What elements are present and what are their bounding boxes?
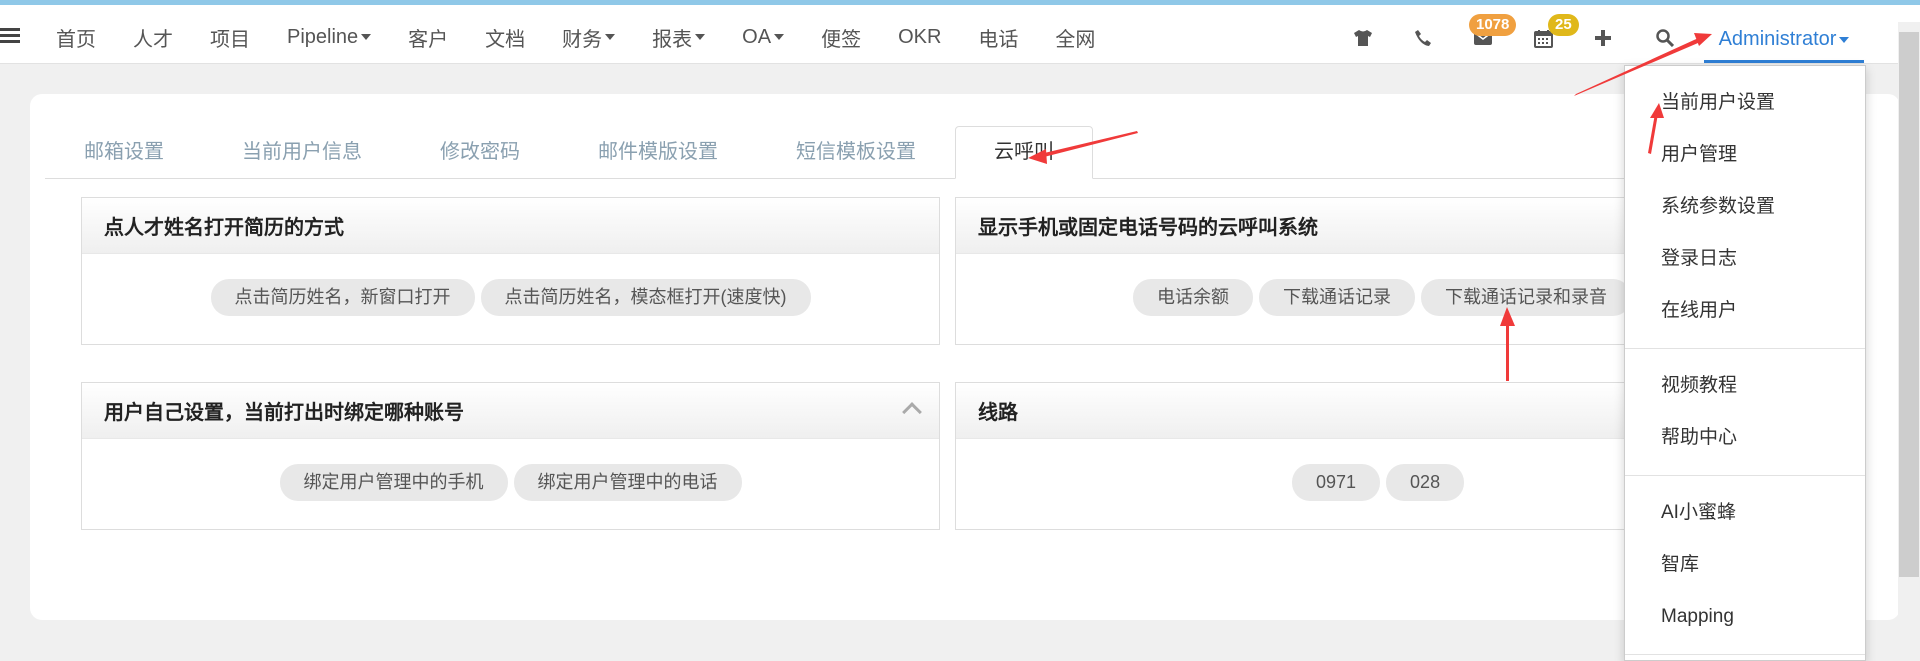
nav-home[interactable]: 首页 [56,23,96,52]
tab-email-template[interactable]: 邮件模版设置 [559,127,757,178]
nav-label: 文档 [485,28,526,51]
nav-label: 项目 [210,28,250,51]
plus-icon[interactable] [1590,25,1616,51]
option-line-028[interactable]: 028 [1386,464,1465,501]
nav-pipeline[interactable]: Pipeline [287,25,372,49]
nav-notes[interactable]: 便签 [821,23,861,52]
nav-label: 全网 [1055,28,1096,51]
nav-docs[interactable]: 文档 [485,23,525,52]
nav-label: OA [742,25,772,48]
nav-network[interactable]: 全网 [1055,23,1095,52]
nav-phone[interactable]: 电话 [978,23,1018,52]
open-resume-panel: 点人才姓名打开简历的方式 点击简历姓名，新窗口打开 点击简历姓名，模态框打开(速… [81,197,940,345]
menu-divider [1625,475,1865,476]
panel-title-row: 用户自己设置，当前打出时绑定哪种账号 [82,383,939,439]
nav-label: 便签 [821,28,862,51]
caret-down-icon [695,34,706,40]
menu-system-parameters[interactable]: 系统参数设置 [1625,181,1865,233]
tab-change-password[interactable]: 修改密码 [401,127,559,178]
option-bind-phone[interactable]: 绑定用户管理中的电话 [513,464,742,501]
nav-finance[interactable]: 财务 [562,23,616,52]
nav-label: 电话 [978,28,1019,51]
nav-reports[interactable]: 报表 [652,23,706,52]
nav-okr[interactable]: OKR [898,26,941,49]
menu-online-users[interactable]: 在线用户 [1625,285,1865,337]
caret-down-icon [774,34,785,40]
menu-mapping[interactable]: Mapping [1625,591,1865,643]
panel-title: 用户自己设置，当前打出时绑定哪种账号 [104,402,464,424]
chevron-up-icon[interactable] [902,402,922,422]
option-new-window[interactable]: 点击简历姓名，新窗口打开 [210,279,475,316]
nav-label: 首页 [56,28,96,51]
main-nav: 首页 人才 项目 Pipeline 客户 文档 财务 报表 OA 便签 OKR … [56,5,1132,69]
nav-label: 报表 [652,28,693,51]
option-modal[interactable]: 点击简历姓名，模态框打开(速度快) [480,279,811,316]
nav-project[interactable]: 项目 [210,23,250,52]
nav-label: OKR [898,25,942,48]
bind-account-panel: 用户自己设置，当前打出时绑定哪种账号 绑定用户管理中的手机 绑定用户管理中的电话 [81,382,940,530]
search-icon[interactable] [1652,25,1678,51]
menu-video-tutorials[interactable]: 视频教程 [1625,360,1865,412]
nav-oa[interactable]: OA [742,25,785,49]
nav-label: 客户 [408,28,449,51]
mail-count-badge: 1078 [1469,14,1517,36]
nav-customer[interactable]: 客户 [408,23,448,52]
calendar-count-badge: 25 [1548,14,1579,36]
user-name: Administrator [1718,28,1837,50]
menu-divider [1625,348,1865,349]
page-scrollbar[interactable] [1898,22,1920,661]
nav-talent[interactable]: 人才 [133,23,173,52]
menu-ai-assistant[interactable]: AI小蜜蜂 [1625,487,1865,539]
caret-down-icon [361,34,372,40]
option-download-log-and-recording[interactable]: 下载通话记录和录音 [1421,279,1631,316]
nav-label: 财务 [562,28,603,51]
tab-current-user-info[interactable]: 当前用户信息 [203,127,401,178]
nav-label: 人才 [133,28,173,51]
menu-help-center[interactable]: 帮助中心 [1625,412,1865,464]
user-dropdown-menu: 当前用户设置 用户管理 系统参数设置 登录日志 在线用户 视频教程 帮助中心 A… [1624,65,1866,661]
option-download-call-log[interactable]: 下载通话记录 [1259,279,1415,316]
settings-tabs: 邮箱设置 当前用户信息 修改密码 邮件模版设置 短信模板设置 云呼叫 [45,126,1645,179]
nav-label: Pipeline [287,25,359,48]
phone-icon[interactable] [1410,25,1436,51]
menu-knowledge-base[interactable]: 智库 [1625,539,1865,591]
tab-mailbox-settings[interactable]: 邮箱设置 [45,127,203,178]
user-menu-button[interactable]: Administrator [1704,19,1864,63]
menu-divider [1625,654,1865,655]
option-phone-balance[interactable]: 电话余额 [1133,279,1253,316]
caret-down-icon [1839,36,1850,43]
menu-current-user-settings[interactable]: 当前用户设置 [1625,77,1865,129]
caret-down-icon [605,34,616,40]
panel-title: 点人才姓名打开简历的方式 [82,198,939,254]
option-bind-mobile[interactable]: 绑定用户管理中的手机 [279,464,508,501]
scrollbar-thumb[interactable] [1899,32,1919,577]
top-navbar: 首页 人才 项目 Pipeline 客户 文档 财务 报表 OA 便签 OKR … [0,0,1920,64]
tab-cloud-call[interactable]: 云呼叫 [955,126,1093,179]
tab-sms-template[interactable]: 短信模板设置 [757,127,955,178]
menu-login-log[interactable]: 登录日志 [1625,233,1865,285]
option-line-0971[interactable]: 0971 [1292,464,1381,501]
menu-icon[interactable] [0,28,20,44]
menu-user-management[interactable]: 用户管理 [1625,129,1865,181]
shirt-icon[interactable] [1350,25,1376,51]
